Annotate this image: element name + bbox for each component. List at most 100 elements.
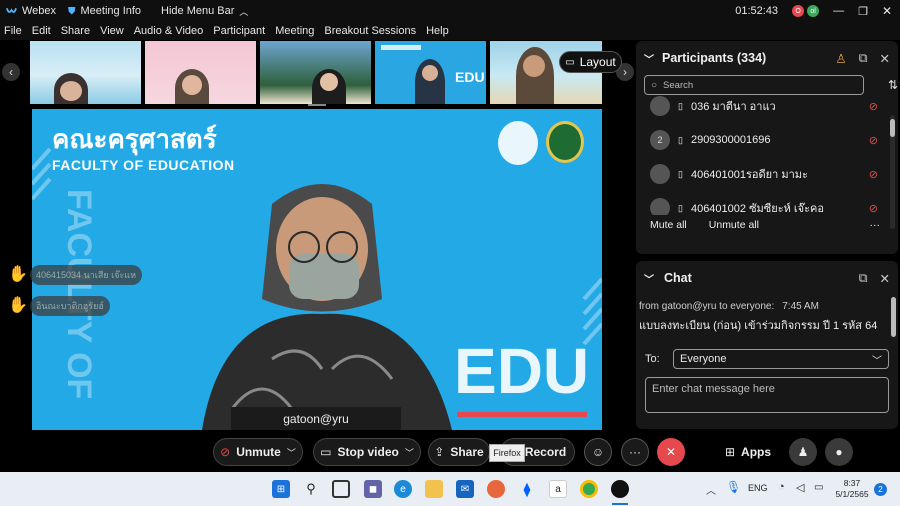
participant-name: 2909300001696 <box>690 134 771 146</box>
video-thumbnail[interactable] <box>30 41 141 104</box>
more-options-button[interactable]: ··· <box>621 438 649 466</box>
recipient-value: Everyone <box>680 353 727 365</box>
participant-name: 406401002 ซัมซียะห์ เจ๊ะคอ <box>690 203 824 215</box>
close-icon[interactable]: ✕ <box>880 271 890 286</box>
meeting-info-button[interactable]: ⛊ Meeting Info <box>68 5 141 17</box>
menu-file[interactable]: File <box>4 25 22 37</box>
restore-icon[interactable]: ❐ <box>858 5 868 18</box>
search-icon[interactable]: ⚲ <box>302 480 320 498</box>
close-icon[interactable]: ✕ <box>880 51 890 66</box>
firefox-icon[interactable] <box>487 480 505 498</box>
collapse-chevron-icon[interactable]: ﹀ <box>644 271 654 286</box>
chevron-up-icon: ︿ <box>239 6 249 17</box>
microphone-icon[interactable]: 🎙︎ <box>726 480 741 494</box>
hide-menu-bar-button[interactable]: Hide Menu Bar ︿ <box>161 5 248 18</box>
participant-search-input[interactable]: ○ Search <box>644 75 864 95</box>
chat-header: ﹀ Chat ⧉ ✕ <box>636 261 898 295</box>
dropbox-icon[interactable]: ⧫ <box>518 480 536 498</box>
participants-toggle-button[interactable]: ♟ <box>789 438 817 466</box>
video-camera-icon: ▭ <box>320 445 332 459</box>
chat-sender: from gatoon@yru to everyone: <box>639 301 775 312</box>
menu-share[interactable]: Share <box>61 25 90 37</box>
chat-scrollbar[interactable] <box>891 297 896 337</box>
stop-video-button[interactable]: ▭ Stop video ﹀ <box>313 438 421 466</box>
video-thumbnail[interactable] <box>260 41 371 104</box>
brand-en-text: FACULTY OF EDUCATION <box>52 157 235 173</box>
chrome-icon[interactable] <box>580 480 598 498</box>
file-explorer-icon[interactable] <box>425 480 443 498</box>
university-logo <box>498 121 538 165</box>
unmute-button[interactable]: ⊘ Unmute ﹀ <box>213 438 303 466</box>
task-view-icon[interactable] <box>332 480 350 498</box>
taskbar-clock[interactable]: 8:37 5/1/2565 <box>834 478 870 500</box>
participant-row[interactable]: ▯ 406401001รอดียา มามะ ⊘ <box>636 157 898 191</box>
participant-row[interactable]: ▯ 406401002 ซัมซียะห์ เจ๊ะคอ ⊘ <box>636 191 898 215</box>
mic-muted-icon[interactable]: ⊘ <box>869 202 878 215</box>
hide-menu-label: Hide Menu Bar <box>161 5 235 17</box>
chat-panel: ﹀ Chat ⧉ ✕ from gatoon@yru to everyone: … <box>636 261 898 429</box>
close-icon[interactable]: ✕ <box>882 4 892 18</box>
more-options-label: ··· <box>629 445 641 459</box>
person-manage-icon[interactable]: ♙ <box>835 51 846 66</box>
teams-chat-icon[interactable]: ◼ <box>364 480 382 498</box>
user-avatar-2[interactable]: ol <box>807 5 820 17</box>
chat-toggle-button[interactable]: ● <box>825 438 853 466</box>
menu-participant[interactable]: Participant <box>213 25 265 37</box>
chevron-up-icon[interactable]: ︿ <box>706 482 716 497</box>
popout-icon[interactable]: ⧉ <box>859 271 868 286</box>
menu-edit[interactable]: Edit <box>32 25 51 37</box>
brand-thai-text: คณะครุศาสตร์ <box>52 124 217 154</box>
apps-button[interactable]: ⊞ Apps <box>720 438 776 466</box>
chat-input[interactable]: Enter chat message here <box>645 377 889 413</box>
recipient-select[interactable]: Everyone ﹀ <box>673 349 889 369</box>
participants-scrollbar[interactable] <box>890 115 895 229</box>
mic-muted-icon[interactable]: ⊘ <box>869 100 878 113</box>
search-icon: ○ <box>651 79 658 91</box>
menu-help[interactable]: Help <box>426 25 449 37</box>
webex-taskbar-icon[interactable] <box>611 480 629 498</box>
collapse-chevron-icon[interactable]: ﹀ <box>644 51 654 66</box>
layout-icon: ▭ <box>565 56 575 68</box>
unmute-all-button[interactable]: Unmute all <box>709 219 759 231</box>
wifi-icon[interactable]: ◔ <box>778 481 785 493</box>
layout-button[interactable]: ▭ Layout <box>559 51 622 73</box>
mute-all-button[interactable]: Mute all <box>650 219 687 231</box>
menu-view[interactable]: View <box>100 25 124 37</box>
avatar <box>650 96 670 116</box>
video-thumbnail[interactable] <box>145 41 256 104</box>
language-indicator[interactable]: ENG <box>748 483 768 493</box>
mic-muted-icon[interactable]: ⊘ <box>869 134 878 147</box>
participant-row[interactable]: 2 ▯ 2909300001696 ⊘ <box>636 123 898 157</box>
notification-badge[interactable]: 2 <box>874 483 887 496</box>
clock-time: 8:37 <box>843 478 861 488</box>
avatar <box>650 164 670 184</box>
mail-icon[interactable]: ✉ <box>456 480 474 498</box>
share-button[interactable]: ⇪ Share <box>428 438 490 466</box>
chevron-down-icon: ﹀ <box>286 447 296 458</box>
leave-meeting-button[interactable]: ✕ <box>657 438 685 466</box>
chat-input-placeholder: Enter chat message here <box>652 383 775 395</box>
windows-start-icon[interactable]: ⊞ <box>272 480 290 498</box>
mic-muted-icon[interactable]: ⊘ <box>869 168 878 181</box>
amazon-icon[interactable]: a <box>549 480 567 498</box>
reactions-button[interactable]: ☺ <box>584 438 612 466</box>
video-thumbnail[interactable]: EDU <box>375 41 486 104</box>
filmstrip-drag-handle[interactable] <box>308 104 326 106</box>
menu-audio-video[interactable]: Audio & Video <box>134 25 204 37</box>
more-options-button[interactable]: ··· <box>870 219 881 231</box>
popout-icon[interactable]: ⧉ <box>859 51 868 66</box>
speaker-name-label: gatoon@yru <box>231 407 401 430</box>
volume-icon[interactable]: ◁ <box>796 481 804 494</box>
filmstrip-prev-button[interactable]: ‹ <box>2 63 20 81</box>
battery-icon[interactable]: ▭ <box>814 482 823 493</box>
participants-footer: Mute all Unmute all ··· <box>636 215 898 235</box>
sort-icon[interactable]: ⇅ <box>888 78 898 92</box>
edge-browser-icon[interactable]: e <box>394 480 412 498</box>
minimize-icon[interactable]: — <box>833 5 844 17</box>
user-avatar-1[interactable]: O <box>792 5 805 17</box>
menu-meeting[interactable]: Meeting <box>275 25 314 37</box>
chat-time: 7:45 AM <box>782 301 819 312</box>
clock-date: 5/1/2565 <box>835 489 869 499</box>
chat-message: from gatoon@yru to everyone: 7:45 AM แบบ… <box>636 295 898 345</box>
menu-breakout-sessions[interactable]: Breakout Sessions <box>324 25 416 37</box>
